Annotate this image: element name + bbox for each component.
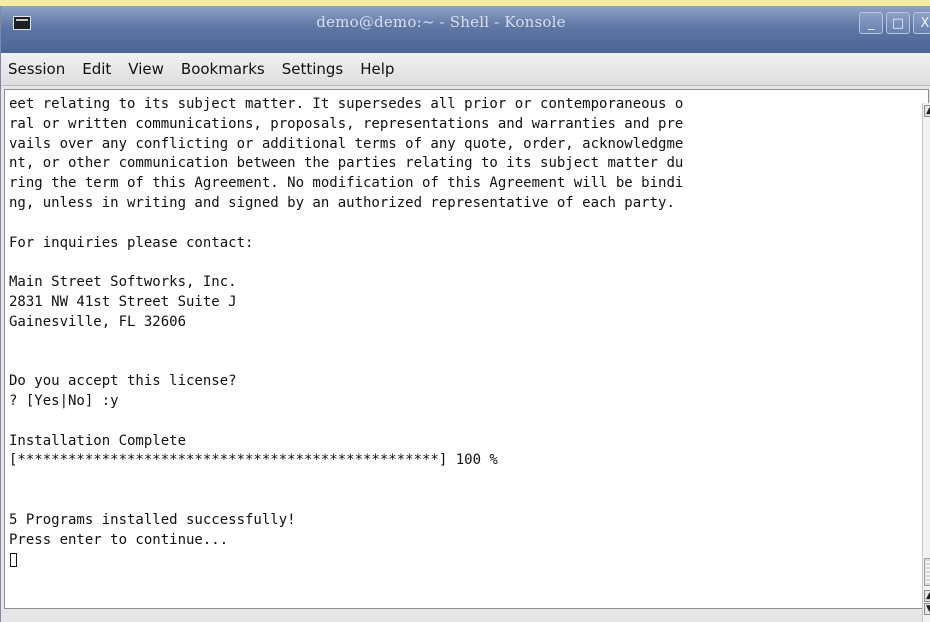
window-controls: _ □ X [859, 12, 930, 34]
maximize-button[interactable]: □ [886, 12, 910, 34]
title-bar[interactable]: demo@demo:~ - Shell - Konsole _ □ X [1, 6, 930, 54]
terminal-line: For inquiries please contact: [9, 234, 254, 251]
terminal-line: 5 Programs installed successfully! [9, 511, 296, 528]
terminal-line: Main Street Softworks, Inc. [9, 274, 237, 291]
menu-bookmarks[interactable]: Bookmarks [181, 60, 265, 78]
terminal-line: vails over any conflicting or additional… [9, 135, 684, 152]
terminal-line: ral or written communications, proposals… [9, 115, 684, 132]
menu-session[interactable]: Session [8, 60, 65, 78]
konsole-window: demo@demo:~ - Shell - Konsole _ □ X Sess… [0, 6, 930, 622]
text-cursor [10, 553, 17, 568]
menu-settings[interactable]: Settings [282, 60, 344, 78]
terminal-frame: eet relating to its subject matter. It s… [4, 89, 929, 609]
window-title: demo@demo:~ - Shell - Konsole [316, 13, 566, 31]
scrollbar-thumb[interactable] [924, 558, 930, 586]
vertical-scrollbar[interactable]: ▲ ▲ ▼ [922, 103, 930, 622]
menu-view[interactable]: View [128, 60, 164, 78]
terminal-line: [***************************************… [9, 452, 498, 469]
terminal-line: ng, unless in writing and signed by an a… [9, 194, 675, 211]
menu-bar: Session Edit View Bookmarks Settings Hel… [1, 53, 930, 86]
terminal-output[interactable]: eet relating to its subject matter. It s… [9, 95, 923, 610]
close-button[interactable]: X [913, 12, 930, 34]
terminal-line: Press enter to continue... [9, 531, 229, 548]
terminal-line: 2831 NW 41st Street Suite J [9, 293, 237, 310]
menu-help[interactable]: Help [360, 60, 394, 78]
scroll-up-arrow-icon[interactable]: ▲ [924, 590, 930, 602]
terminal-line: Installation Complete [9, 432, 187, 449]
terminal-line: ? [Yes|No] :y [9, 392, 119, 409]
minimize-button[interactable]: _ [859, 12, 883, 34]
cursor-line [9, 550, 923, 570]
menu-edit[interactable]: Edit [82, 60, 111, 78]
terminal-line: Do you accept this license? [9, 373, 237, 390]
terminal-line: ring the term of this Agreement. No modi… [9, 175, 684, 192]
terminal-line: eet relating to its subject matter. It s… [9, 96, 684, 112]
scroll-down-arrow-icon[interactable]: ▼ [924, 603, 930, 615]
terminal-line: Gainesville, FL 32606 [9, 313, 187, 330]
scroll-up-arrow-icon[interactable]: ▲ [924, 105, 930, 117]
terminal-line: nt, or other communication between the p… [9, 155, 684, 172]
